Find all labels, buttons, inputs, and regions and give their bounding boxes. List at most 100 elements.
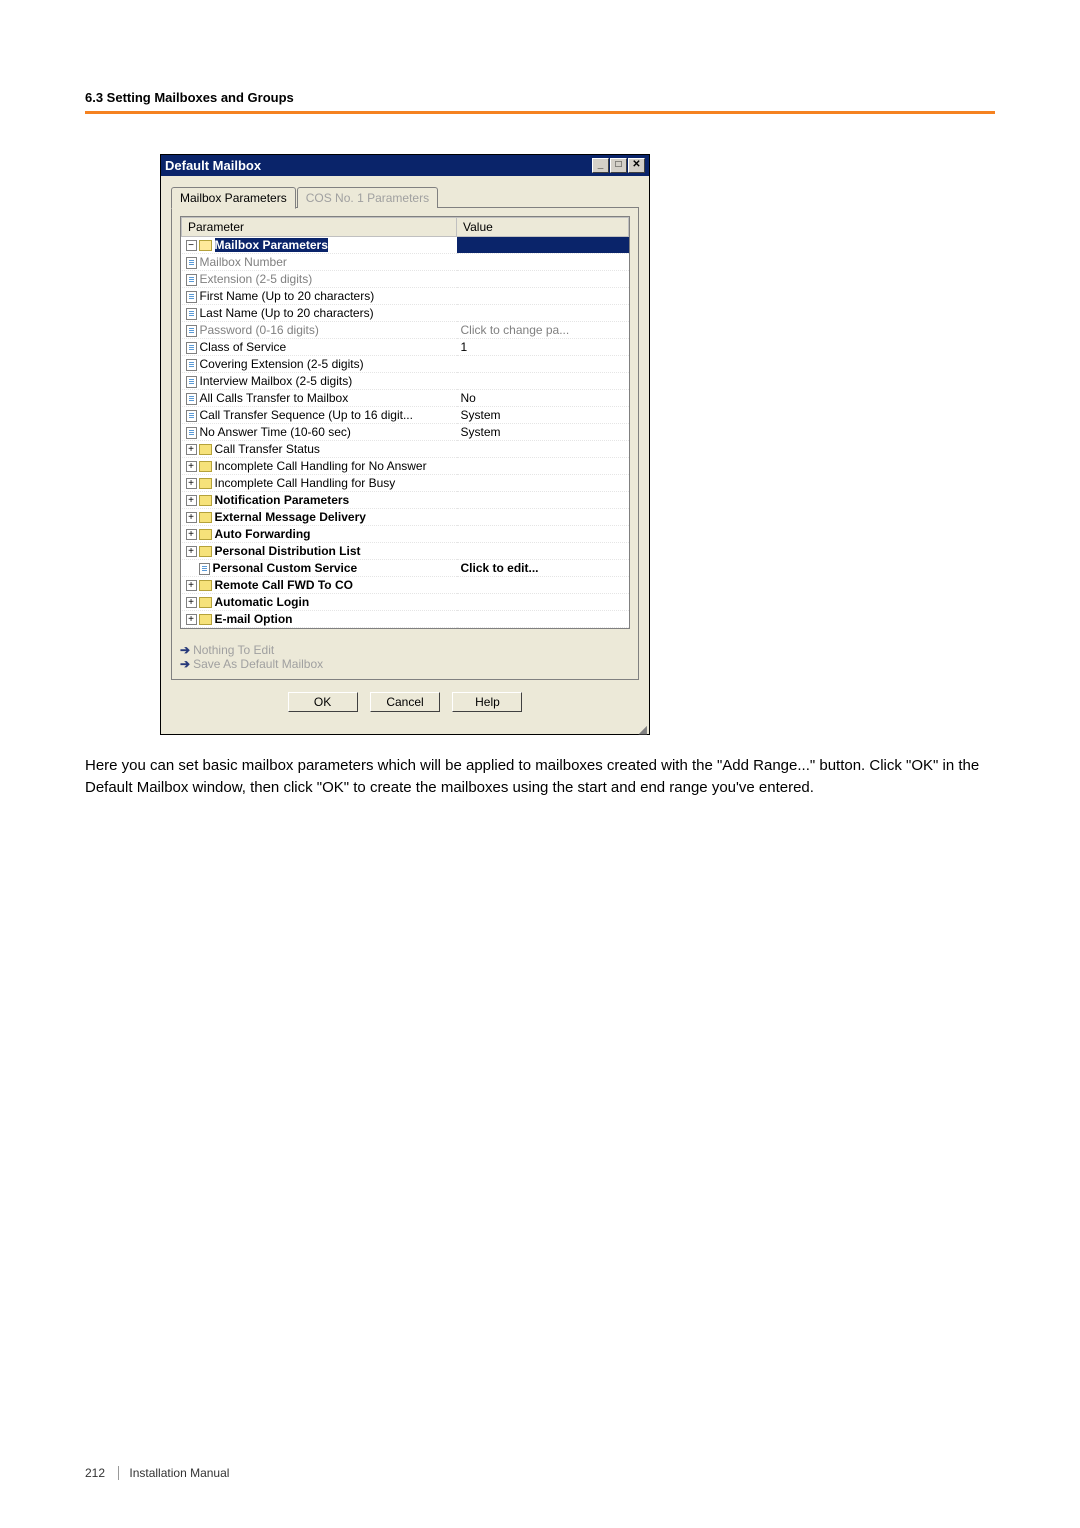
column-value[interactable]: Value (457, 218, 629, 237)
link-save-as-default: ➔Save As Default Mailbox (180, 657, 630, 671)
label: Incomplete Call Handling for No Answer (215, 459, 427, 473)
folder-icon (199, 580, 212, 591)
value (457, 492, 629, 509)
label: Last Name (Up to 20 characters) (200, 306, 374, 320)
row-password[interactable]: Password (0-16 digits) Click to change p… (182, 322, 629, 339)
expand-icon[interactable]: + (186, 597, 197, 608)
value (457, 288, 629, 305)
section-header: 6.3 Setting Mailboxes and Groups (85, 90, 995, 114)
expand-icon[interactable]: + (186, 529, 197, 540)
row-mailbox-parameters[interactable]: − Mailbox Parameters (182, 237, 629, 254)
property-icon (186, 342, 197, 354)
label: Incomplete Call Handling for Busy (215, 476, 396, 490)
row-incomplete-no-answer[interactable]: + Incomplete Call Handling for No Answer (182, 458, 629, 475)
expand-icon[interactable]: + (186, 512, 197, 523)
value: 1 (457, 339, 629, 356)
label: Call Transfer Sequence (Up to 16 digit..… (200, 408, 413, 422)
property-icon (186, 359, 197, 371)
help-button[interactable]: Help (452, 692, 522, 712)
expand-icon[interactable]: + (186, 444, 197, 455)
minimize-button[interactable]: _ (592, 158, 609, 173)
property-icon (186, 257, 197, 269)
value (457, 526, 629, 543)
property-icon (186, 393, 197, 405)
property-icon (186, 427, 197, 439)
tab-cos-parameters[interactable]: COS No. 1 Parameters (297, 187, 438, 208)
value (457, 611, 629, 628)
description-text: Here you can set basic mailbox parameter… (85, 755, 995, 799)
folder-icon (199, 240, 212, 251)
row-interview-mailbox[interactable]: Interview Mailbox (2-5 digits) (182, 373, 629, 390)
expand-icon[interactable]: + (186, 580, 197, 591)
value (457, 543, 629, 560)
row-remote-call-fwd[interactable]: +Remote Call FWD To CO (182, 577, 629, 594)
label: All Calls Transfer to Mailbox (200, 391, 349, 405)
property-icon (186, 325, 197, 337)
value (457, 509, 629, 526)
value (457, 594, 629, 611)
folder-icon (199, 512, 212, 523)
page-footer: 212 Installation Manual (85, 1466, 229, 1480)
folder-icon (199, 529, 212, 540)
expand-icon[interactable]: + (186, 546, 197, 557)
property-icon (186, 291, 197, 303)
parameter-tree[interactable]: Parameter Value − Mailbox Parameters Mail… (180, 216, 630, 629)
value (457, 458, 629, 475)
row-personal-custom-service[interactable]: Personal Custom Service Click to edit... (182, 560, 629, 577)
row-email-option[interactable]: +E-mail Option (182, 611, 629, 628)
label: Mailbox Parameters (215, 238, 328, 252)
link-nothing-to-edit: ➔Nothing To Edit (180, 643, 630, 657)
row-no-answer-time[interactable]: No Answer Time (10-60 sec) System (182, 424, 629, 441)
collapse-icon[interactable]: − (186, 240, 197, 251)
value: Click to change pa... (457, 322, 629, 339)
value: System (457, 424, 629, 441)
maximize-button[interactable]: □ (610, 158, 627, 173)
row-notification-parameters[interactable]: + Notification Parameters (182, 492, 629, 509)
row-personal-distribution-list[interactable]: +Personal Distribution List (182, 543, 629, 560)
expand-icon[interactable]: + (186, 614, 197, 625)
row-incomplete-busy[interactable]: + Incomplete Call Handling for Busy (182, 475, 629, 492)
label: Mailbox Number (200, 255, 287, 269)
row-mailbox-number[interactable]: Mailbox Number (182, 254, 629, 271)
folder-icon (199, 461, 212, 472)
label: Password (0-16 digits) (200, 323, 319, 337)
value (457, 254, 629, 271)
label: Call Transfer Status (215, 442, 320, 456)
expand-icon[interactable]: + (186, 478, 197, 489)
row-automatic-login[interactable]: + Automatic Login (182, 594, 629, 611)
value (457, 577, 629, 594)
ok-button[interactable]: OK (288, 692, 358, 712)
row-covering-extension[interactable]: Covering Extension (2-5 digits) (182, 356, 629, 373)
row-call-transfer-status[interactable]: + Call Transfer Status (182, 441, 629, 458)
label: Auto Forwarding (215, 527, 311, 541)
close-button[interactable]: ✕ (628, 158, 645, 173)
row-class-of-service[interactable]: Class of Service 1 (182, 339, 629, 356)
folder-icon (199, 546, 212, 557)
label: First Name (Up to 20 characters) (200, 289, 375, 303)
label: Notification Parameters (215, 493, 350, 507)
resize-grip-icon[interactable]: ◢ (161, 726, 649, 734)
column-parameter[interactable]: Parameter (182, 218, 457, 237)
value (457, 305, 629, 322)
value: System (457, 407, 629, 424)
value (457, 356, 629, 373)
folder-icon (199, 597, 212, 608)
expand-icon[interactable]: + (186, 495, 197, 506)
tab-mailbox-parameters[interactable]: Mailbox Parameters (171, 187, 296, 209)
expand-icon[interactable]: + (186, 461, 197, 472)
row-first-name[interactable]: First Name (Up to 20 characters) (182, 288, 629, 305)
property-icon (186, 410, 197, 422)
value (457, 271, 629, 288)
label: Automatic Login (215, 595, 310, 609)
cancel-button[interactable]: Cancel (370, 692, 440, 712)
row-extension[interactable]: Extension (2-5 digits) (182, 271, 629, 288)
row-last-name[interactable]: Last Name (Up to 20 characters) (182, 305, 629, 322)
value (457, 237, 629, 254)
arrow-icon: ➔ (180, 657, 190, 671)
row-all-calls-transfer[interactable]: All Calls Transfer to Mailbox No (182, 390, 629, 407)
row-call-transfer-sequence[interactable]: Call Transfer Sequence (Up to 16 digit..… (182, 407, 629, 424)
value (457, 475, 629, 492)
label: External Message Delivery (215, 510, 366, 524)
row-auto-forwarding[interactable]: + Auto Forwarding (182, 526, 629, 543)
row-external-message-delivery[interactable]: + External Message Delivery (182, 509, 629, 526)
